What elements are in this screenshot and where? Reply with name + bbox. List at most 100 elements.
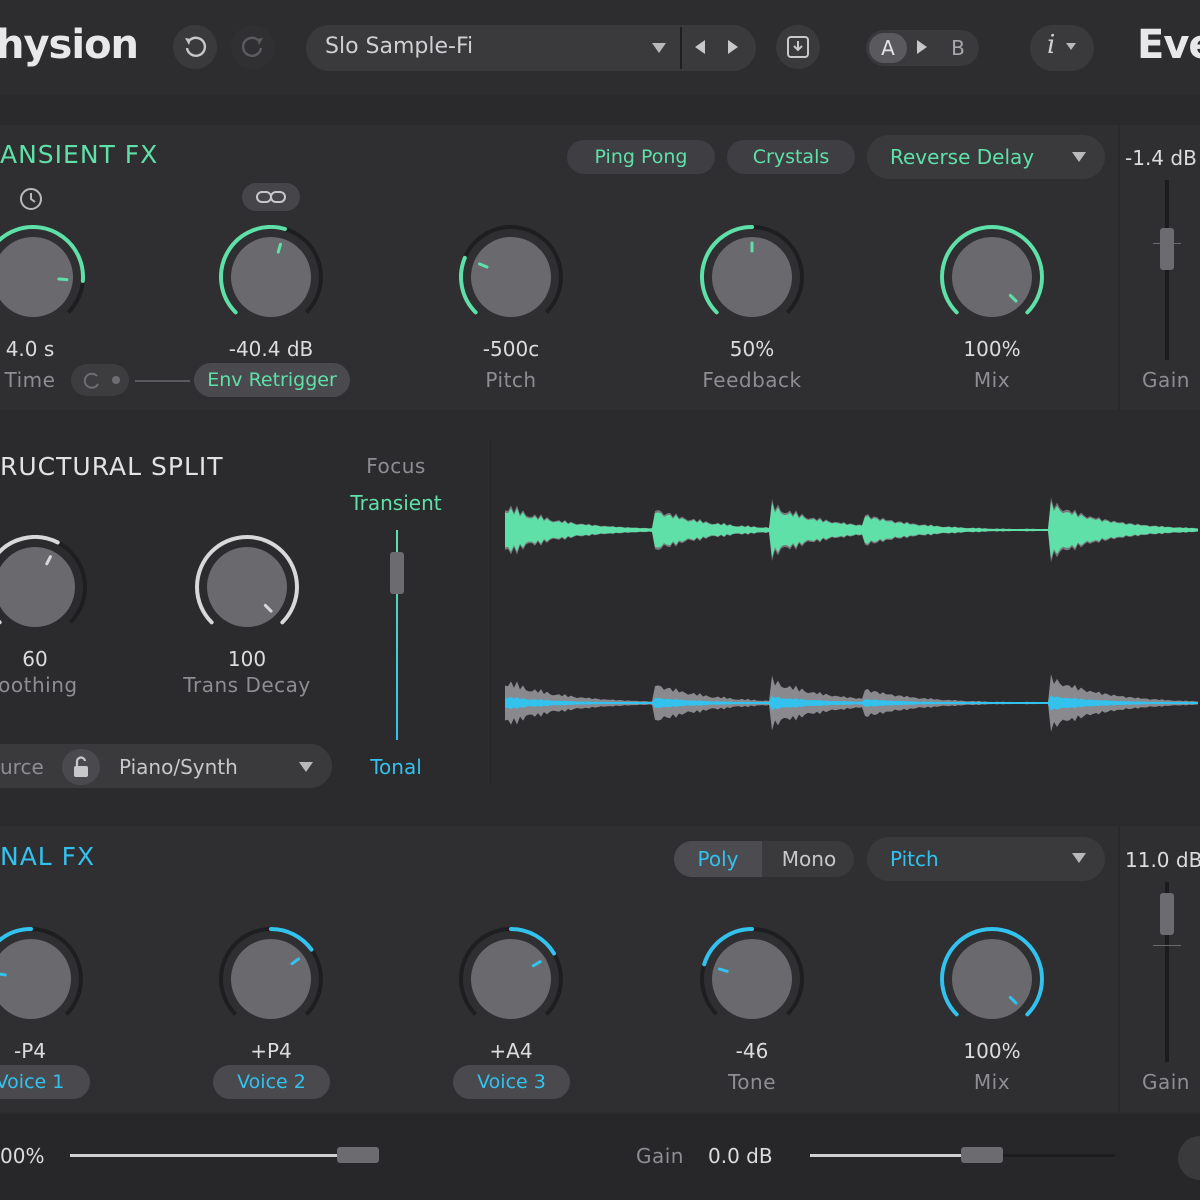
level-knob[interactable] (219, 225, 323, 329)
footer-mix-slider[interactable] (70, 1154, 370, 1157)
next-preset-icon[interactable] (728, 40, 738, 54)
info-menu-button[interactable] (1030, 25, 1094, 71)
footer-gain-value: 0.0 dB (708, 1144, 773, 1168)
env-retrigger-button[interactable]: Env Retrigger (194, 363, 350, 397)
ab-b-button[interactable]: B (940, 33, 976, 63)
knob-body (471, 237, 551, 317)
save-icon (787, 36, 809, 58)
mode-crystals[interactable]: Crystals (727, 140, 855, 174)
voice-2-value: +P4 (250, 1039, 292, 1063)
preset-divider (680, 27, 682, 69)
level-value: -40.4 dB (228, 337, 314, 361)
knob-body (231, 939, 311, 1019)
transient-gain-slider[interactable] (1165, 180, 1169, 360)
tonal-fx-title: NAL FX (0, 842, 96, 871)
mix-label: Mix (973, 368, 1011, 392)
tonal-gain-zero-mark (1153, 945, 1181, 946)
footer-mix-handle[interactable] (337, 1147, 379, 1163)
time-value: 4.0 s (5, 337, 55, 361)
footer-gain-slider[interactable] (810, 1154, 980, 1157)
tone-value: -46 (735, 1039, 769, 1063)
focus-slider-handle[interactable] (390, 552, 404, 594)
ab-a-button[interactable]: A (869, 33, 907, 63)
voice-2-button[interactable]: Voice 2 (213, 1065, 330, 1099)
transient-gain-value: -1.4 dB (1125, 146, 1197, 170)
voice-2-knob[interactable] (219, 927, 323, 1031)
smoothing-value: 60 (22, 647, 48, 671)
transient-fx-title: ANSIENT FX (0, 140, 159, 169)
voice-1-knob[interactable] (0, 927, 83, 1031)
knob-body (952, 237, 1032, 317)
mode-ping-pong[interactable]: Ping Pong (567, 140, 715, 174)
link-button[interactable] (242, 183, 300, 211)
transient-effect-dropdown[interactable]: Reverse Delay (867, 135, 1105, 179)
undo-button[interactable] (173, 25, 217, 69)
tonal-effect-name: Pitch (890, 847, 939, 871)
knob-body (712, 939, 792, 1019)
tonal-gain-value: 11.0 dB (1125, 848, 1200, 872)
info-dropdown-icon (1066, 43, 1076, 50)
source-lock-button[interactable] (62, 749, 100, 785)
tonal-mix-knob[interactable] (940, 927, 1044, 1031)
mix-knob[interactable] (940, 225, 1044, 329)
transient-gain-label: Gain (1142, 368, 1190, 392)
redo-button[interactable] (231, 25, 275, 69)
transient-effect-caret-icon[interactable] (1072, 152, 1086, 162)
knob-body (0, 237, 73, 317)
footer-gain-label: Gain (636, 1144, 684, 1168)
voice-3-button[interactable]: Voice 3 (453, 1065, 570, 1099)
prev-preset-icon[interactable] (695, 40, 705, 54)
preset-name[interactable]: Slo Sample-Fi (325, 34, 473, 59)
focus-label: Focus (366, 454, 426, 478)
knob-body (0, 547, 75, 627)
preset-dropdown-icon[interactable] (652, 43, 666, 53)
pitch-label: Pitch (485, 368, 537, 392)
save-preset-button[interactable] (776, 25, 820, 69)
trans-decay-value: 100 (227, 647, 267, 671)
structural-split-title: RUCTURAL SPLIT (0, 452, 224, 481)
tonal-mix-value: 100% (963, 1039, 1021, 1063)
undo-icon (185, 36, 207, 57)
transient-waveform (505, 501, 1198, 559)
focus-transient-label: Transient (350, 491, 442, 515)
knob-body (231, 237, 311, 317)
feedback-knob[interactable] (700, 225, 804, 329)
sync-toggle[interactable] (71, 364, 129, 396)
tonal-effect-caret-icon[interactable] (1072, 853, 1086, 863)
knob-body (952, 939, 1032, 1019)
voice-3-knob[interactable] (459, 927, 563, 1031)
tonal-effect-dropdown[interactable]: Pitch (867, 837, 1105, 881)
brand-logo: hysion (0, 22, 139, 68)
brand-right-logo: Ever (1137, 22, 1200, 68)
mono-button[interactable]: Mono (764, 841, 854, 877)
smoothing-knob[interactable] (0, 535, 87, 639)
pitch-knob[interactable] (459, 225, 563, 329)
knob-indicator (57, 277, 69, 282)
poly-button[interactable]: Poly (674, 841, 762, 877)
transient-gain-handle[interactable] (1160, 228, 1174, 270)
voice-1-button[interactable]: Voice 1 (0, 1065, 90, 1099)
waveform-display (505, 497, 1198, 732)
voice-3-value: +A4 (489, 1039, 533, 1063)
feedback-label: Feedback (702, 368, 802, 392)
trans-decay-knob[interactable] (195, 535, 299, 639)
time-label: Time (4, 368, 56, 392)
trans-decay-label: Trans Decay (183, 673, 311, 697)
knob-indicator (0, 972, 7, 977)
clock-icon[interactable] (18, 186, 44, 216)
tone-knob[interactable] (700, 927, 804, 1031)
tone-label: Tone (727, 1070, 777, 1094)
knob-body (0, 939, 71, 1019)
tonal-gain-handle[interactable] (1160, 893, 1174, 935)
source-caret-icon[interactable] (299, 762, 313, 772)
connector-line (135, 380, 190, 382)
voice-1-value: -P4 (13, 1039, 46, 1063)
transient-effect-name: Reverse Delay (890, 145, 1035, 169)
footer-gain-handle[interactable] (961, 1147, 1003, 1163)
ab-copy-icon[interactable] (917, 40, 927, 54)
time-knob[interactable] (0, 225, 85, 329)
knob-body (471, 939, 551, 1019)
knob-body (207, 547, 287, 627)
pitch-value: -500c (482, 337, 540, 361)
redo-icon (241, 36, 263, 57)
